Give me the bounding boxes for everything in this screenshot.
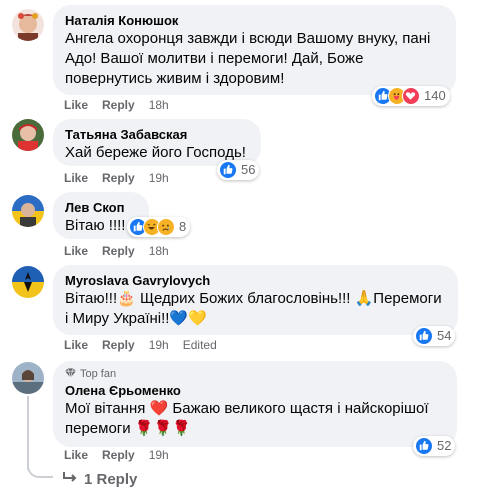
comment-text-line: Мої вітання ❤️ Бажаю великого щастя і на… <box>65 400 429 417</box>
avatar[interactable] <box>12 9 44 41</box>
comment-actions: Like Reply 19h Edited <box>64 337 231 353</box>
timestamp[interactable]: 18h <box>149 97 169 113</box>
comment-bubble: Myroslava Gavrylovych Вітаю!!!🎂 Щедрих Б… <box>53 265 458 335</box>
comment-bubble: Наталія Конюшок Ангела охоронця завжди і… <box>53 5 456 95</box>
comment-actions: Like Reply 19h <box>64 170 183 186</box>
comment-actions: Like Reply 19h <box>64 447 183 463</box>
reply-button[interactable]: Reply <box>102 97 135 113</box>
comment-author[interactable]: Myroslava Gavrylovych <box>65 273 446 289</box>
reply-button[interactable]: Reply <box>102 170 135 186</box>
comment-author[interactable]: Лев Скоп <box>65 200 137 216</box>
avatar[interactable] <box>12 266 44 298</box>
like-button[interactable]: Like <box>64 170 88 186</box>
reply-button[interactable]: Reply <box>102 243 135 259</box>
sad-face-icon <box>157 218 175 236</box>
timestamp[interactable]: 19h <box>149 170 169 186</box>
like-icon <box>415 437 433 455</box>
view-replies-label[interactable]: 1 Reply <box>84 471 137 488</box>
timestamp[interactable]: 19h <box>149 337 169 353</box>
comment-text-line: Ангела охоронця завжди і всюди Вашому вн… <box>65 30 431 47</box>
top-fan-badge: Top fan <box>65 367 445 381</box>
thread-connector <box>27 396 29 470</box>
comment-text-line: Адо! Вашої молитви і перемоги! Дай, Боже <box>65 50 364 67</box>
reply-arrow-icon <box>62 470 78 488</box>
comment-text-line: і Миру Україні!!💙💛 <box>65 310 207 327</box>
like-icon <box>415 327 433 345</box>
comment-actions: Like Reply 18h <box>64 97 183 113</box>
avatar[interactable] <box>12 119 44 151</box>
heart-icon <box>402 87 420 105</box>
like-button[interactable]: Like <box>64 243 88 259</box>
comment-text-line: перемоги 🌹🌹🌹 <box>65 420 191 437</box>
reaction-count: 52 <box>437 438 452 453</box>
comment-author[interactable]: Татьяна Забавская <box>65 127 249 143</box>
reply-button[interactable]: Reply <box>102 337 135 353</box>
comment-bubble: Top fan Олена Єрьоменко Мої вітання ❤️ Б… <box>53 361 457 447</box>
like-button[interactable]: Like <box>64 447 88 463</box>
reaction-summary[interactable]: 8 <box>127 217 191 237</box>
reaction-summary[interactable]: 54 <box>413 326 456 346</box>
comment-author[interactable]: Олена Єрьоменко <box>65 383 445 399</box>
reaction-summary[interactable]: 140 <box>372 86 450 106</box>
reaction-count: 54 <box>437 328 452 343</box>
comment-actions: Like Reply 18h <box>64 243 183 259</box>
reaction-summary[interactable]: 56 <box>217 160 260 180</box>
like-button[interactable]: Like <box>64 97 88 113</box>
timestamp[interactable]: 19h <box>149 447 169 463</box>
reaction-summary[interactable]: 52 <box>413 436 456 456</box>
reaction-count: 140 <box>424 88 446 103</box>
like-icon <box>219 161 237 179</box>
avatar[interactable] <box>12 195 44 227</box>
comment-author[interactable]: Наталія Конюшок <box>65 13 444 29</box>
reply-button[interactable]: Reply <box>102 447 135 463</box>
like-button[interactable]: Like <box>64 337 88 353</box>
reaction-count: 56 <box>241 162 256 177</box>
diamond-badge-icon <box>65 367 76 381</box>
comment-text-line: Вітаю!!!🎂 Щедрих Божих благословінь!!! 🙏… <box>65 290 442 307</box>
avatar[interactable] <box>12 362 44 394</box>
top-fan-label: Top fan <box>80 368 117 380</box>
edited-label[interactable]: Edited <box>183 337 217 353</box>
comment-text-line: Хай береже його Господь! <box>65 144 246 161</box>
comment-bubble: Татьяна Забавская Хай береже його Господ… <box>53 119 261 166</box>
timestamp[interactable]: 18h <box>149 243 169 259</box>
view-replies-link[interactable]: 1 Reply <box>62 470 137 488</box>
thread-connector-curve <box>27 462 53 478</box>
reaction-count: 8 <box>179 219 187 234</box>
